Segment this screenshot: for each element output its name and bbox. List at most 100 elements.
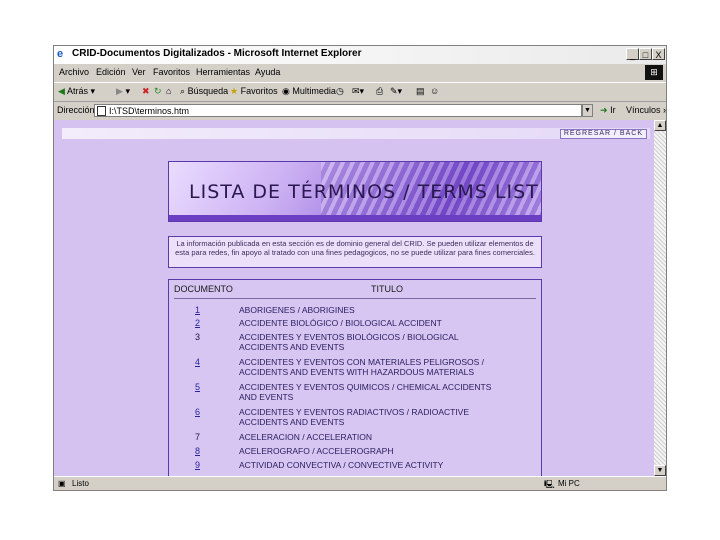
window-title: CRID-Documentos Digitalizados - Microsof… [72, 48, 362, 59]
document-number: 3 [195, 332, 201, 342]
search-label: Búsqueda [187, 86, 229, 96]
status-bar: ▣ Listo 🖳 Mi PC [54, 476, 666, 490]
term-title: ACELEROGRAFO / ACCELEROGRAPH [239, 446, 394, 456]
term-title: ABORIGENES / ABORIGINES [239, 305, 355, 315]
close-button[interactable]: X [652, 48, 665, 60]
mail-icon: ✉ [352, 86, 360, 96]
back-link[interactable]: REGRESAR / BACK [559, 129, 647, 139]
print-button[interactable]: ⎙ [376, 86, 383, 97]
address-bar: Dirección I:\TSD\terminos.htm ▼ ➜ Ir Vín… [54, 102, 666, 120]
address-input[interactable]: I:\TSD\terminos.htm [94, 104, 582, 117]
document-link[interactable]: 6 [195, 407, 200, 417]
page-icon [97, 106, 106, 116]
term-title: ACTIVIDAD CONVECTIVA / CONVECTIVE ACTIVI… [239, 460, 444, 470]
search-button[interactable]: ⌕ Búsqueda [180, 86, 228, 97]
stop-button[interactable]: ✖ [142, 86, 150, 97]
discuss-button[interactable]: ▤ [416, 86, 425, 97]
go-button[interactable]: ➜ Ir [600, 105, 616, 116]
favorites-label: Favoritos [240, 86, 278, 96]
star-icon: ★ [230, 86, 239, 96]
menu-bar: Archivo Edición Ver Favoritos Herramient… [54, 64, 666, 82]
go-arrow-icon: ➜ [600, 105, 608, 115]
scroll-up-button[interactable]: ▲ [654, 120, 666, 131]
vertical-scrollbar[interactable]: ▲ ▼ [654, 120, 666, 476]
discuss-icon: ▤ [416, 86, 425, 96]
term-title: ACCIDENTES Y EVENTOS QUIMICOS / CHEMICAL… [239, 382, 492, 392]
print-icon: ⎙ [376, 86, 384, 96]
back-arrow-icon: ◀ [58, 86, 65, 96]
title-bar[interactable]: e CRID-Documentos Digitalizados - Micros… [54, 46, 666, 64]
document-link[interactable]: 5 [195, 382, 200, 392]
address-dropdown-button[interactable]: ▼ [582, 104, 593, 117]
status-page-icon: ▣ [58, 479, 66, 488]
forward-dropdown-icon: ▾ [125, 86, 130, 96]
document-link[interactable]: 1 [195, 305, 200, 315]
windows-logo-icon: ⊞ [645, 65, 663, 80]
mail-button[interactable]: ✉▾ [352, 86, 364, 97]
page-content: REGRESAR / BACK LISTA DE TÉRMINOS / TERM… [54, 120, 654, 476]
document-link[interactable]: 4 [195, 357, 200, 367]
menu-edicion[interactable]: Edición [96, 67, 126, 77]
go-label: Ir [610, 105, 616, 115]
multimedia-label: Multimedia [292, 86, 336, 96]
back-label: Atrás [66, 86, 88, 96]
messenger-button[interactable]: ☺ [430, 86, 439, 96]
browser-window: e CRID-Documentos Digitalizados - Micros… [53, 45, 667, 491]
page-title: LISTA DE TÉRMINOS / TERMS LIST [189, 181, 539, 203]
back-dropdown-icon: ▾ [90, 86, 95, 96]
top-strip: REGRESAR / BACK [62, 128, 650, 139]
document-link[interactable]: 2 [195, 318, 200, 328]
term-title-continued: AND EVENTS [239, 392, 294, 402]
term-title-continued: ACCIDENTS AND EVENTS [239, 417, 345, 427]
term-title-continued: ACCIDENTS AND EVENTS [239, 342, 345, 352]
term-title: ACELERACION / ACCELERATION [239, 432, 373, 442]
refresh-button[interactable]: ↻ [154, 86, 162, 97]
banner-bar [169, 215, 541, 221]
maximize-button[interactable]: □ [639, 48, 652, 60]
menu-ayuda[interactable]: Ayuda [255, 67, 280, 77]
scroll-down-button[interactable]: ▼ [654, 465, 666, 476]
term-title-continued: ACCIDENTS AND EVENTS WITH HAZARDOUS MATE… [239, 367, 475, 377]
column-header-title: TITULO [371, 284, 404, 294]
terms-table: DOCUMENTO TITULO 1 ABORIGENES / ABORIGIN… [168, 279, 542, 476]
search-icon: ⌕ [180, 86, 186, 96]
header-divider [174, 298, 536, 299]
history-icon: ◷ [336, 86, 344, 96]
term-title: ACCIDENTES Y EVENTOS BIOLÓGICOS / BIOLOG… [239, 332, 459, 342]
multimedia-button[interactable]: ◉ Multimedia [282, 86, 336, 97]
messenger-icon: ☺ [430, 86, 440, 96]
menu-favoritos[interactable]: Favoritos [153, 67, 190, 77]
favorites-button[interactable]: ★ Favoritos [230, 86, 278, 97]
toolbar: ◀ Atrás ▾ ▶ ▾ ✖ ↻ ⌂ ⌕ Búsqueda ★ Favorit… [54, 82, 666, 102]
term-title: ACCIDENTE BIOLÓGICO / BIOLOGICAL ACCIDEN… [239, 318, 442, 328]
menu-herramientas[interactable]: Herramientas [196, 67, 250, 77]
stop-icon: ✖ [142, 86, 150, 96]
menu-ver[interactable]: Ver [132, 67, 146, 77]
zone-text: Mi PC [558, 479, 580, 488]
address-label: Dirección [57, 105, 95, 115]
edit-button[interactable]: ✎▾ [390, 86, 402, 97]
refresh-icon: ↻ [154, 86, 162, 96]
links-button[interactable]: Vínculos » [626, 105, 666, 115]
status-text: Listo [72, 479, 89, 488]
forward-arrow-icon: ▶ [116, 86, 123, 96]
ie-icon: e [57, 48, 64, 60]
page-banner: LISTA DE TÉRMINOS / TERMS LIST [168, 161, 542, 222]
term-title: ACCIDENTES Y EVENTOS CON MATERIALES PELI… [239, 357, 484, 367]
minimize-button[interactable]: _ [626, 48, 639, 60]
document-link[interactable]: 9 [195, 460, 200, 470]
address-value: I:\TSD\terminos.htm [109, 106, 190, 116]
menu-archivo[interactable]: Archivo [59, 67, 89, 77]
document-link[interactable]: 8 [195, 446, 200, 456]
home-icon: ⌂ [166, 86, 172, 96]
document-number: 7 [195, 432, 201, 442]
links-label: Vínculos [626, 105, 661, 115]
home-button[interactable]: ⌂ [166, 86, 171, 96]
computer-icon: 🖳 [544, 480, 555, 489]
history-button[interactable]: ◷ [336, 86, 344, 97]
term-title: ACCIDENTES Y EVENTOS RADIACTIVOS / RADIO… [239, 407, 470, 417]
multimedia-icon: ◉ [282, 86, 290, 96]
column-header-document: DOCUMENTO [174, 284, 233, 294]
forward-button[interactable]: ▶ ▾ [116, 86, 130, 97]
back-button[interactable]: ◀ Atrás ▾ [58, 86, 95, 97]
